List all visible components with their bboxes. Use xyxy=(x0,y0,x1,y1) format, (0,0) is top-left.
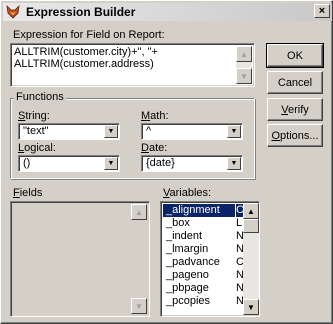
variable-name: _pbpage xyxy=(166,282,209,294)
variable-name: _padvance xyxy=(166,256,220,268)
window-title: Expression Builder xyxy=(26,5,136,19)
fields-scroll-down-icon[interactable]: ▼ xyxy=(131,298,147,314)
fields-scroll-up-icon[interactable]: ▲ xyxy=(131,204,147,220)
math-dropdown-icon[interactable]: ▼ xyxy=(227,125,241,138)
variable-name: _pageno xyxy=(166,269,209,281)
variables-scroll-up-icon[interactable]: ▲ xyxy=(243,203,259,219)
scroll-up-icon[interactable]: ▲ xyxy=(236,46,252,62)
variable-name: _indent xyxy=(166,230,203,242)
variables-scrollbar[interactable]: ▲ ▼ xyxy=(243,203,259,315)
close-button[interactable]: × xyxy=(314,4,330,18)
date-value: {date} xyxy=(146,157,175,169)
string-label: String: xyxy=(18,110,50,122)
expression-line-1: ALLTRIM(customer.city)+", "+ xyxy=(14,46,158,58)
logical-label: Logical: xyxy=(18,142,56,154)
logical-dropdown-icon[interactable]: ▼ xyxy=(104,157,118,170)
cancel-button[interactable]: Cancel xyxy=(267,71,323,94)
variable-name: _alignment xyxy=(163,204,236,217)
variables-scroll-down-icon[interactable]: ▼ xyxy=(243,299,259,315)
string-value: "text" xyxy=(23,125,49,137)
date-dropdown-icon[interactable]: ▼ xyxy=(227,157,241,170)
variable-name: _lmargin xyxy=(166,243,209,255)
math-label: Math: xyxy=(141,110,169,122)
expression-scrollbar[interactable]: ▲ ▼ xyxy=(236,46,252,84)
expression-line-2: ALLTRIM(customer.address) xyxy=(14,58,154,70)
logical-combo[interactable]: () ▼ xyxy=(18,155,120,172)
fields-list[interactable]: ▲ ▼ xyxy=(10,201,150,317)
math-value: ^ xyxy=(146,125,152,137)
date-label: Date: xyxy=(141,142,168,154)
fox-logo-icon xyxy=(5,4,21,20)
options-button-label: Options... xyxy=(271,129,319,142)
verify-button-label: Verify xyxy=(281,103,309,116)
functions-group-title: Functions xyxy=(14,91,66,103)
string-combo[interactable]: "text" ▼ xyxy=(18,123,120,140)
logical-value: () xyxy=(23,157,31,169)
scroll-down-icon[interactable]: ▼ xyxy=(236,68,252,84)
variable-name: _box xyxy=(166,217,190,229)
ok-button[interactable]: OK xyxy=(266,43,324,68)
variables-label: Variables: xyxy=(163,187,212,199)
math-combo[interactable]: ^ ▼ xyxy=(141,123,243,140)
string-dropdown-icon[interactable]: ▼ xyxy=(104,125,118,138)
expression-text[interactable]: ALLTRIM(customer.city)+", "+ ALLTRIM(cus… xyxy=(14,46,229,70)
fields-scrollbar[interactable]: ▲ ▼ xyxy=(131,204,147,314)
expression-label: Expression for Field on Report: xyxy=(13,29,165,41)
fields-label: Fields xyxy=(13,187,43,199)
expression-builder-dialog: Expression Builder × Expression for Fiel… xyxy=(0,0,333,324)
expression-textarea[interactable]: ALLTRIM(customer.city)+", "+ ALLTRIM(cus… xyxy=(10,43,255,87)
variables-scroll-thumb[interactable] xyxy=(243,219,259,233)
title-bar[interactable]: Expression Builder × xyxy=(3,3,332,21)
options-button[interactable]: Options... xyxy=(267,124,323,147)
verify-button[interactable]: Verify xyxy=(267,98,323,121)
variable-name: _pcopies xyxy=(166,295,211,307)
date-combo[interactable]: {date} ▼ xyxy=(141,155,243,172)
